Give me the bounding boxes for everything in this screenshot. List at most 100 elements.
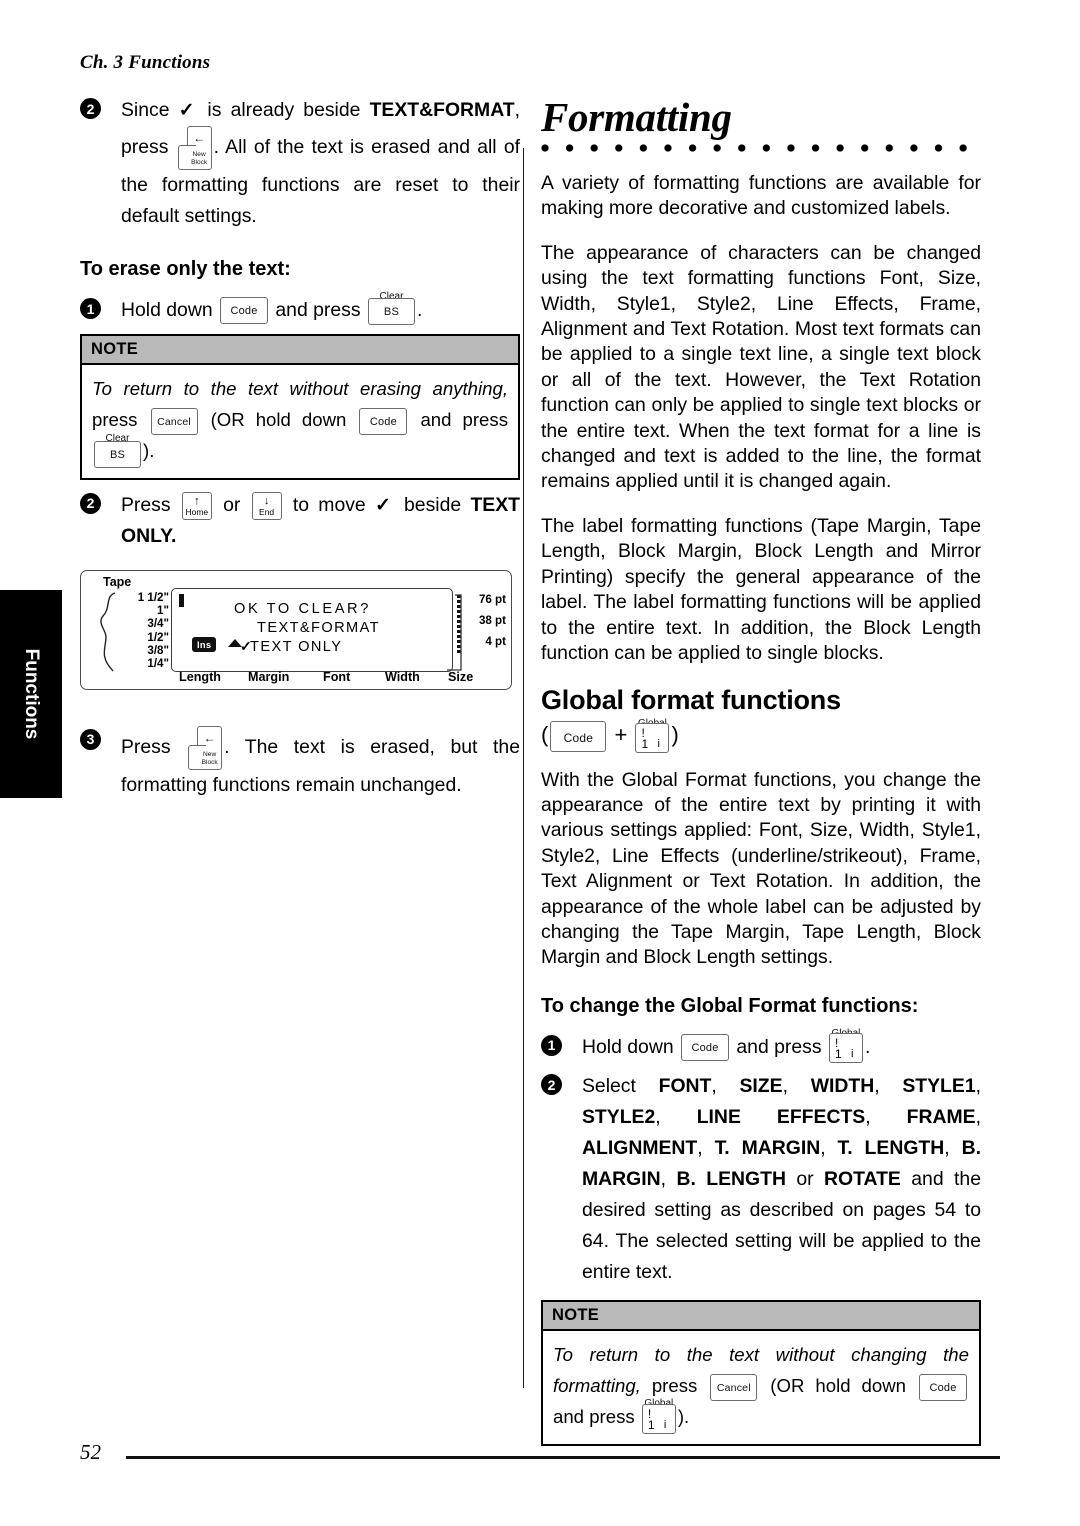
- pt-value: 76 pt: [478, 592, 506, 606]
- tape-value: 1/4": [147, 656, 169, 670]
- new-block-line1: New: [192, 151, 206, 159]
- tape-width-scale: 1 1/2" 1" 3/4" 1/2" 3/8" 1/4": [97, 592, 171, 672]
- step-text: Press ↑ Home or ↓ End to move ✓ beside TEX…: [121, 490, 520, 552]
- code-key-icon: Code: [550, 721, 607, 752]
- code-key-icon: Code: [681, 1034, 730, 1062]
- global-step-2: 2 Select FONT, SIZE, WIDTH, STYLE1, STYL…: [541, 1071, 981, 1288]
- new-block-line1: New: [203, 751, 217, 759]
- lcd-line-2: TEXT&FORMAT: [257, 619, 380, 636]
- tape-value: 1 1/2": [137, 590, 169, 604]
- return-arrow-glyph: ←: [203, 730, 216, 745]
- page-title: Formatting: [541, 94, 732, 140]
- right-column: Formatting A variety of formatting funct…: [541, 95, 981, 1456]
- global-key-icon: ! 1 i: [641, 1404, 676, 1435]
- sep: ,: [711, 1075, 740, 1098]
- opt-line-effects: LINE EFFECTS: [696, 1106, 866, 1129]
- left-column: 2 Since ✓ is already beside TEXT&FORMAT,…: [80, 95, 520, 809]
- step-text: Hold down Code and press Global!1i.: [582, 1028, 981, 1063]
- code-key-icon: Code: [919, 1373, 967, 1401]
- global-key-wrapper: Global!1i: [640, 1398, 678, 1435]
- bs-key-wrapper: Clear BS: [92, 433, 143, 468]
- note-box-erase: NOTE To return to the text without erasi…: [80, 334, 520, 480]
- step-number: 3: [80, 728, 101, 750]
- page-number: 52: [80, 1440, 101, 1464]
- step-text: Press ← New Block. The text is erased, but…: [121, 725, 520, 801]
- code-key-label: Code: [563, 731, 594, 745]
- end-key-icon: ↓ End: [251, 491, 282, 520]
- note-text-d: and press: [409, 409, 508, 431]
- new-block-key-icon: ← New Block: [188, 725, 223, 770]
- opt-size: SIZE: [739, 1075, 783, 1098]
- global-one-glyph: 1: [647, 1418, 655, 1433]
- section-heading-global-format: Global format functions: [541, 685, 841, 716]
- sep: ,: [697, 1137, 715, 1160]
- sep: ,: [975, 1075, 981, 1098]
- step-text-b: or: [213, 493, 250, 516]
- step-text-b: and press: [270, 299, 366, 321]
- lcd-label-margin: Margin: [248, 669, 290, 684]
- note-text-e: ).: [143, 440, 155, 462]
- step-text-a: Hold down: [582, 1035, 680, 1058]
- note-header: NOTE: [543, 1302, 979, 1332]
- lcd-line-1: OK TO CLEAR?: [234, 600, 371, 617]
- code-key-label: Code: [691, 1042, 719, 1055]
- global-i-glyph: i: [663, 1419, 667, 1432]
- chapter-side-tab-label: Functions: [21, 648, 42, 740]
- step-text-d: beside: [394, 493, 471, 516]
- cancel-key-label: Cancel: [716, 1381, 751, 1394]
- bs-key-label: BS: [383, 305, 399, 318]
- code-key-label: Code: [369, 415, 397, 428]
- note-body: To return to the text without erasing an…: [82, 365, 518, 478]
- global-i-glyph: i: [657, 737, 660, 750]
- step-number: 2: [80, 98, 101, 119]
- step-text-a: Select: [582, 1075, 659, 1098]
- note-header: NOTE: [82, 336, 518, 366]
- tape-width-values: 1 1/2" 1" 3/4" 1/2" 3/8" 1/4": [111, 592, 169, 671]
- sep: ,: [782, 1075, 811, 1098]
- paragraph-1: A variety of formatting functions are av…: [541, 172, 981, 220]
- or-word: or: [785, 1168, 825, 1191]
- lcd-display-illustration: Tape 1 1/2" 1" 3/4" 1/2" 3/8" 1/4" OK TO…: [80, 569, 512, 690]
- code-key-icon: Code: [220, 297, 269, 325]
- tape-value: 3/8": [147, 643, 169, 657]
- tape-value: 1/2": [147, 630, 169, 644]
- subheading-change-global-format: To change the Global Format functions:: [541, 994, 919, 1017]
- lcd-label-width: Width: [385, 669, 420, 684]
- cancel-key-icon: Cancel: [710, 1373, 758, 1401]
- sep: ,: [874, 1075, 903, 1098]
- ins-badge: Ins: [192, 636, 217, 652]
- lcd-screen: OK TO CLEAR? TEXT&FORMAT ✓ TEXT ONLY Ins: [171, 587, 453, 672]
- note-text-c: (OR hold down: [759, 1375, 917, 1397]
- end-arrow-glyph: ↓: [263, 494, 270, 507]
- step-text-c: .: [864, 1035, 871, 1058]
- opt-t-length: T. LENGTH: [837, 1137, 945, 1160]
- combo-close-paren: ): [671, 722, 679, 748]
- paragraph-2: The appearance of characters can be chan…: [541, 241, 981, 493]
- step-number: 1: [541, 1034, 562, 1056]
- sep: ,: [660, 1168, 677, 1191]
- return-arrow-glyph: ←: [193, 131, 206, 145]
- opt-width: WIDTH: [810, 1075, 875, 1098]
- global-i-glyph: i: [850, 1048, 854, 1060]
- lcd-line-3: TEXT ONLY: [250, 638, 343, 655]
- step-number: 1: [80, 298, 101, 319]
- sep: ,: [820, 1137, 838, 1160]
- combo-plus-sign: +: [614, 722, 628, 748]
- note-text-c: (OR hold down: [199, 409, 358, 431]
- page-footer: 52: [80, 1440, 1000, 1470]
- step-text-a: Press: [121, 493, 180, 516]
- opt-font: FONT: [658, 1075, 712, 1098]
- dotted-rule-divider: [541, 143, 981, 153]
- step-text-c: to move: [283, 493, 375, 516]
- global-key-icon: ! 1 i: [828, 1033, 863, 1063]
- global-key-wrapper: Global!1i: [633, 718, 671, 754]
- tape-value: 3/4": [147, 617, 169, 631]
- step-intro-2: 2 Since ✓ is already beside TEXT&FORMAT,…: [80, 95, 520, 232]
- step-text: Select FONT, SIZE, WIDTH, STYLE1, STYLE2…: [582, 1071, 981, 1288]
- home-key-icon: ↑ Home: [181, 491, 212, 520]
- opt-style2: STYLE2: [582, 1106, 656, 1129]
- opt-rotate: ROTATE: [824, 1168, 901, 1191]
- end-key-label: End: [259, 506, 275, 517]
- note-text-e: ).: [677, 1406, 690, 1428]
- opt-b-length: B. LENGTH: [676, 1168, 786, 1191]
